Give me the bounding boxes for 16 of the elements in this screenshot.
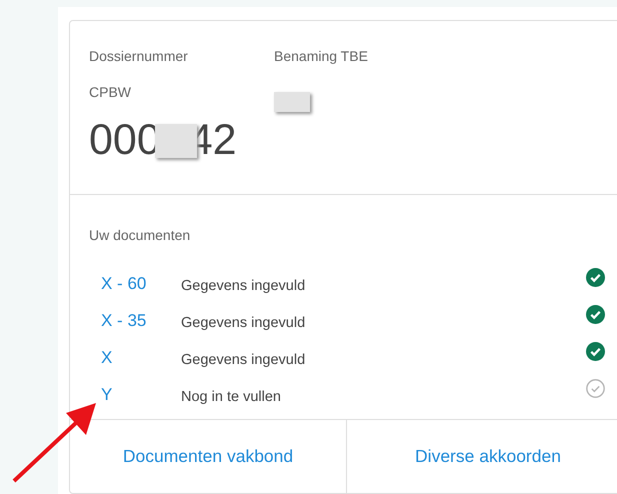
document-status: Gegevens ingevuld (181, 314, 306, 330)
document-status: Gegevens ingevuld (181, 278, 306, 294)
document-link[interactable]: Y (101, 384, 181, 404)
dossier-label: Dossiernummer (89, 48, 188, 64)
cpbw-label: CPBW (89, 84, 131, 100)
document-link[interactable]: X (101, 348, 181, 368)
footer-link[interactable]: Diverse akkoorden (346, 420, 617, 493)
documents-title: Uw documenten (89, 227, 190, 243)
redaction-box (154, 124, 197, 158)
redaction-box (274, 92, 310, 112)
document-status: Nog in te vullen (181, 388, 281, 404)
document-status: Gegevens ingevuld (181, 352, 306, 368)
footer-link[interactable]: Documenten vakbond (70, 420, 346, 493)
document-link[interactable]: X - 35 (101, 310, 181, 330)
tbe-label: Benaming TBE (274, 48, 368, 64)
document-link[interactable]: X - 60 (101, 274, 181, 294)
